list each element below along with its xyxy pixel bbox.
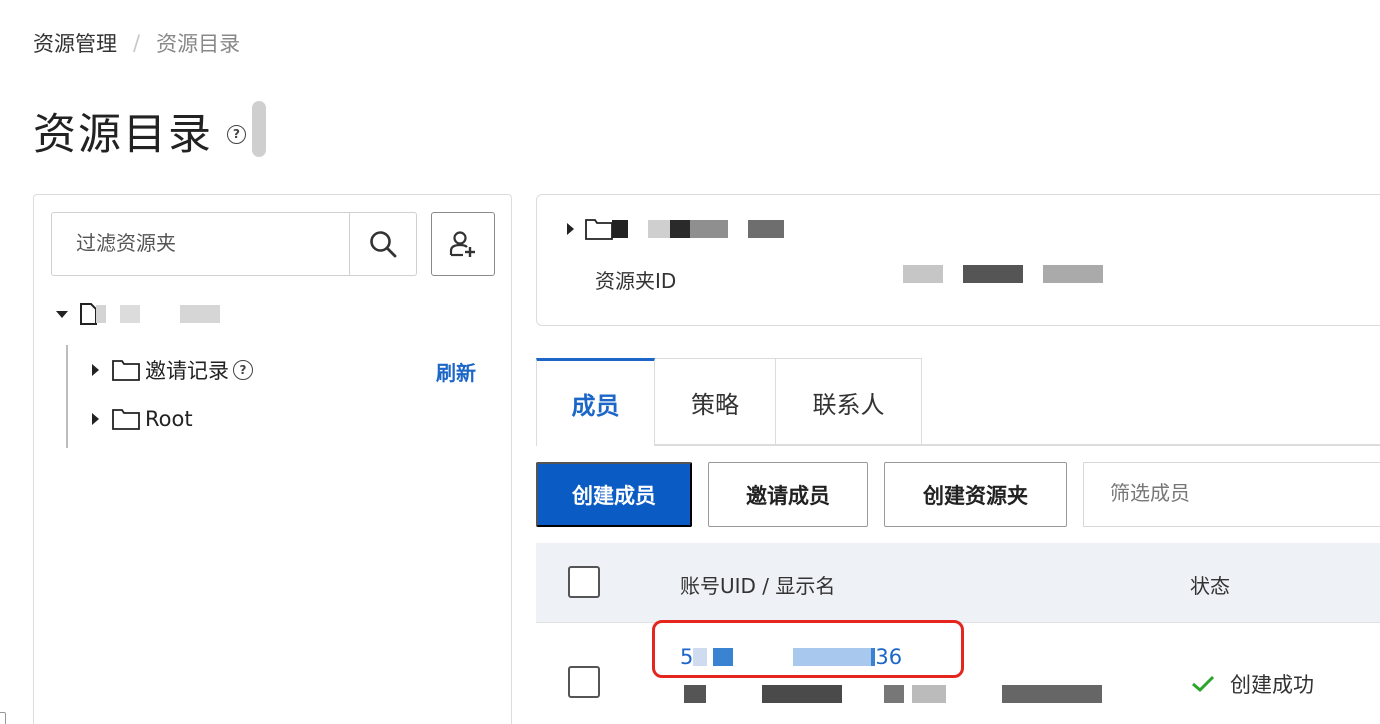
- redacted-name: [180, 305, 220, 323]
- folder-icon: [112, 409, 140, 430]
- member-display-name: [684, 685, 1102, 703]
- breadcrumb: 资源管理 / 资源目录: [33, 28, 240, 58]
- detail-tabs: 成员 策略 联系人: [536, 358, 922, 446]
- redacted-id: [1043, 265, 1103, 283]
- folder-search-button[interactable]: [349, 213, 416, 275]
- tree-node-root[interactable]: Root: [92, 407, 193, 431]
- breadcrumb-parent[interactable]: 资源管理: [33, 28, 117, 58]
- folder-id-label: 资源夹ID: [595, 269, 677, 293]
- tab-policies[interactable]: 策略: [655, 358, 776, 446]
- tree-guide-line: [66, 345, 68, 448]
- add-member-button[interactable]: [431, 212, 495, 276]
- folder-icon: [585, 219, 613, 240]
- redacted-display-name: [762, 685, 842, 703]
- tree-node-label: 邀请记录: [145, 359, 229, 383]
- create-member-button[interactable]: 创建成员: [536, 462, 692, 527]
- tab-members[interactable]: 成员: [536, 358, 655, 446]
- breadcrumb-current: 资源目录: [156, 32, 241, 56]
- redacted-id: [963, 265, 1023, 283]
- add-user-icon: [449, 231, 475, 257]
- member-filter: [1083, 462, 1380, 527]
- tree-node-label: Root: [145, 407, 193, 431]
- redacted-display-name: [684, 685, 706, 703]
- folder-info-name: [567, 217, 784, 241]
- redacted-name: [670, 220, 690, 238]
- search-icon: [370, 231, 397, 258]
- help-icon[interactable]: ?: [227, 124, 246, 144]
- redacted-name: [120, 305, 140, 323]
- page-header: 资源目录 ?: [33, 100, 266, 162]
- page-title: 资源目录: [33, 110, 213, 160]
- redacted-name: [748, 220, 784, 238]
- redacted-name: [612, 220, 628, 238]
- member-filter-input[interactable]: [1084, 483, 1380, 506]
- highlight-annotation: [652, 620, 964, 678]
- status-text: 创建成功: [1230, 673, 1314, 697]
- refresh-link[interactable]: 刷新: [436, 357, 476, 386]
- redacted-name: [648, 220, 670, 238]
- status-cell: 创建成功: [1190, 669, 1314, 699]
- scrollbar-thumb[interactable]: [252, 101, 266, 157]
- tabs-divider: [655, 444, 1380, 446]
- tab-contacts[interactable]: 联系人: [776, 358, 922, 446]
- folder-filter: [51, 212, 417, 276]
- column-status[interactable]: 状态: [1190, 570, 1230, 599]
- select-all-checkbox[interactable]: [568, 566, 600, 598]
- help-icon[interactable]: ?: [233, 360, 253, 380]
- column-uid[interactable]: 账号UID / 显示名: [680, 570, 835, 599]
- caret-right-icon[interactable]: [567, 223, 574, 235]
- redacted-name: [96, 305, 106, 323]
- create-folder-button[interactable]: 创建资源夹: [884, 462, 1067, 527]
- caret-down-icon[interactable]: [56, 310, 68, 318]
- caret-right-icon[interactable]: [92, 413, 99, 425]
- redacted-name: [690, 220, 728, 238]
- redacted-display-name: [912, 685, 946, 703]
- member-table-header: 账号UID / 显示名 状态: [536, 543, 1380, 623]
- folder-filter-input[interactable]: [52, 213, 349, 275]
- tree-node-invitations[interactable]: 邀请记录 ?: [92, 355, 253, 385]
- invite-member-button[interactable]: 邀请成员: [708, 462, 868, 527]
- folder-icon: [112, 360, 140, 381]
- breadcrumb-separator: /: [133, 31, 141, 55]
- tree-root-node[interactable]: [56, 301, 220, 327]
- edge-artifact: [0, 712, 6, 724]
- folder-info-card: 资源夹ID: [536, 194, 1380, 326]
- check-icon: [1192, 675, 1215, 693]
- row-checkbox[interactable]: [568, 666, 600, 698]
- folder-tree-panel: 邀请记录 ? Root 刷新: [33, 194, 512, 724]
- redacted-id: [903, 265, 943, 283]
- redacted-display-name: [884, 685, 904, 703]
- caret-right-icon[interactable]: [92, 364, 99, 376]
- folder-id-value: [903, 265, 1103, 283]
- redacted-display-name: [1002, 685, 1102, 703]
